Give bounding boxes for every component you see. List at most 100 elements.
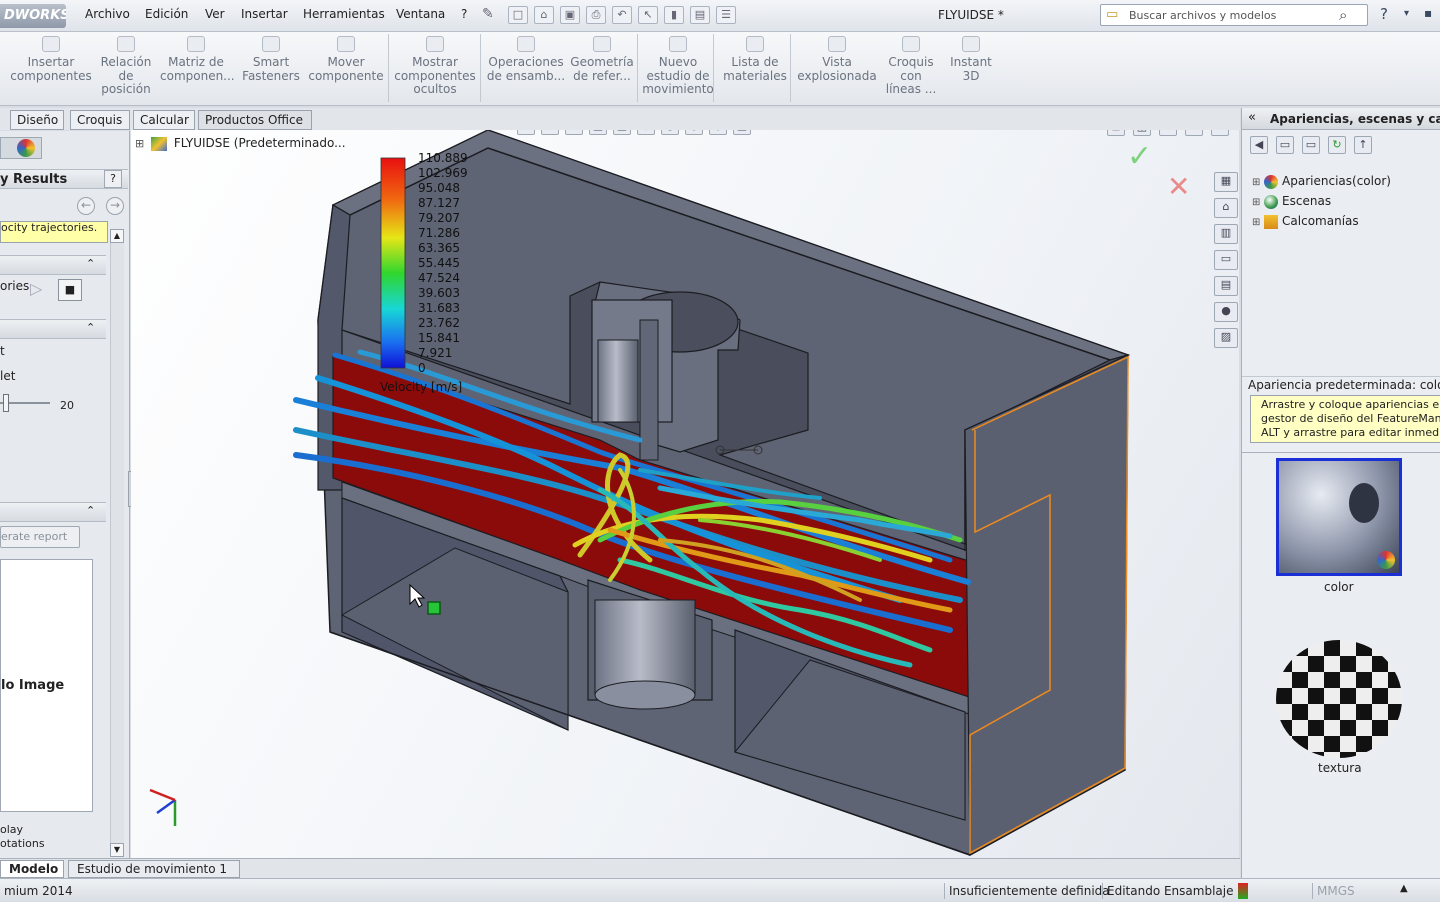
menu-herramientas[interactable]: Herramientas xyxy=(303,7,385,21)
ribbon-button-operaciones-de-ensamb[interactable]: Operaciones de ensamb... xyxy=(485,36,567,102)
legend-value: 31.683 xyxy=(418,301,460,315)
ribbon-button-label: Fasteners xyxy=(242,68,300,83)
swatch-color[interactable] xyxy=(1276,458,1402,576)
ribbon-button-relacion-de-posicion[interactable]: Relación de posición xyxy=(95,36,157,102)
menu-ver[interactable]: Ver xyxy=(205,7,225,21)
ribbon-button-lista-de-materiales[interactable]: Lista de materiales xyxy=(722,36,788,102)
back-icon[interactable]: ◀ xyxy=(1250,136,1268,154)
menu-edicion[interactable]: Edición xyxy=(145,7,188,21)
ribbon-button-geometria-de-refer[interactable]: Geometría de refer... xyxy=(567,36,637,102)
tab-estudio-movimiento[interactable]: Estudio de movimiento 1 xyxy=(68,860,240,878)
field-label: t xyxy=(0,344,5,358)
appearance-tab-icon[interactable] xyxy=(17,139,35,157)
ribbon-button-instant-3d[interactable]: Instant 3D xyxy=(945,36,997,102)
tab-modelo[interactable]: Modelo xyxy=(0,860,64,878)
help-button[interactable]: ? xyxy=(104,170,122,188)
status-units[interactable]: MMGS xyxy=(1312,883,1359,899)
custom-properties-tab-icon[interactable]: ▨ xyxy=(1214,328,1238,348)
trajectories-header[interactable]: ⌃ xyxy=(0,255,106,275)
resources-tab-icon[interactable]: ▦ xyxy=(1214,172,1238,192)
search-icon[interactable]: ⌕ xyxy=(1339,6,1347,24)
coordinate-triad xyxy=(149,788,177,826)
collapse-icon[interactable]: ⌃ xyxy=(86,504,95,517)
settings-header[interactable]: ⌃ xyxy=(0,319,106,339)
ribbon-command-icon xyxy=(962,36,980,52)
open-icon[interactable]: ⌂ xyxy=(534,6,554,24)
menu-archivo[interactable]: Archivo xyxy=(85,7,130,21)
tab-calcular[interactable]: Calcular xyxy=(133,110,195,130)
ribbon-button-nuevo-estudio-de-movimiento[interactable]: Nuevo estudio de movimiento xyxy=(642,36,714,102)
units-dropdown-icon[interactable]: ▲ xyxy=(1400,883,1408,894)
tab-productos-office[interactable]: Productos Office xyxy=(198,110,312,130)
ribbon-button-label: explosionada xyxy=(797,68,877,83)
ribbon-button-mover-componente[interactable]: Mover componente xyxy=(305,36,387,102)
tree-item-scenes[interactable]: ⊞ Escenas xyxy=(1252,192,1391,212)
search-box[interactable]: ▭ Buscar archivos y modelos ⌕ xyxy=(1100,4,1368,26)
tree-item-appearances[interactable]: ⊞ Apariencias(color) xyxy=(1252,172,1391,192)
slider-thumb[interactable] xyxy=(2,394,9,412)
window-menu-icon[interactable]: ▪ xyxy=(1424,6,1432,20)
help-icon[interactable]: ? xyxy=(1380,5,1388,23)
scroll-up-icon[interactable]: ▲ xyxy=(110,229,124,243)
view-palette-tab-icon[interactable]: ▤ xyxy=(1214,276,1238,296)
play-icon[interactable]: ▷ xyxy=(30,279,42,298)
file-explorer-tab-icon[interactable]: ▭ xyxy=(1214,250,1238,270)
scroll-down-icon[interactable]: ▼ xyxy=(110,843,124,857)
report-header[interactable]: ⌃ xyxy=(0,502,106,522)
save-icon[interactable]: ▣ xyxy=(560,6,580,24)
menu-ventana[interactable]: Ventana xyxy=(396,7,445,21)
file-properties-icon[interactable]: ▤ xyxy=(690,6,710,24)
collapse-icon[interactable]: ⌃ xyxy=(86,257,95,270)
appearance-icon xyxy=(1264,174,1279,189)
tab-croquis[interactable]: Croquis xyxy=(70,110,130,130)
menu-help[interactable]: ? xyxy=(461,7,467,21)
print-icon[interactable]: ⎙ xyxy=(586,6,606,24)
ribbon-button-label: posición xyxy=(101,82,151,96)
up-icon[interactable]: ↑ xyxy=(1354,136,1372,154)
appearances-tab-icon[interactable]: ● xyxy=(1214,302,1238,322)
ribbon-separator xyxy=(637,34,638,102)
stop-icon[interactable]: ■ xyxy=(58,279,82,301)
ribbon-command-icon xyxy=(262,36,280,52)
new-document-icon[interactable]: □ xyxy=(508,6,528,24)
expand-icon[interactable]: ⊞ xyxy=(1252,177,1260,188)
new-folder-icon[interactable]: ▭ xyxy=(1302,136,1320,154)
ribbon-button-label: componen... xyxy=(160,68,235,83)
pin-icon[interactable]: ✎ xyxy=(482,6,494,22)
ribbon-button-label: líneas ... xyxy=(885,82,937,96)
back-arrow-icon[interactable]: ← xyxy=(77,197,95,215)
ribbon-button-matriz-de-componen[interactable]: Matriz de componen... xyxy=(160,36,235,102)
options-icon[interactable]: ☰ xyxy=(716,6,736,24)
panel-scrollbar[interactable] xyxy=(110,243,124,843)
collapse-pane-icon[interactable]: « xyxy=(1248,110,1256,125)
menu-insertar[interactable]: Insertar xyxy=(241,7,288,21)
swatch-label: color xyxy=(1324,580,1354,594)
rotations-label: otations xyxy=(0,837,45,850)
slider-track[interactable] xyxy=(0,394,50,412)
undo-icon[interactable]: ↶ xyxy=(612,6,632,24)
scene-icon xyxy=(1264,194,1279,209)
forward-arrow-icon[interactable]: → xyxy=(106,197,124,215)
graphics-viewport[interactable]: ⊞ FLYUIDSE (Predeterminado... ⊕ ⊡ ↺ ◧ ▣ … xyxy=(131,130,1239,858)
refresh-icon[interactable]: ↻ xyxy=(1328,136,1346,154)
ribbon-button-mostrar-componentes-ocultos[interactable]: Mostrar componentes ocultos xyxy=(393,36,477,102)
ribbon-button-insertar-componentes[interactable]: Insertar componentes xyxy=(10,36,92,102)
ribbon-button-label: Vista xyxy=(822,55,852,69)
select-icon[interactable]: ↖ xyxy=(638,6,658,24)
home-tab-icon[interactable]: ⌂ xyxy=(1214,198,1238,218)
tab-diseno[interactable]: Diseño xyxy=(10,110,64,130)
help-dropdown-icon[interactable]: ▾ xyxy=(1404,8,1409,19)
tree-item-decals[interactable]: ⊞ Calcomanías xyxy=(1252,212,1391,232)
ribbon-button-smart-fasteners[interactable]: Smart Fasteners xyxy=(240,36,302,102)
design-library-tab-icon[interactable]: ▥ xyxy=(1214,224,1238,244)
rebuild-icon[interactable]: ▮ xyxy=(664,6,684,24)
collapse-icon[interactable]: ⌃ xyxy=(86,321,95,334)
app-logo[interactable]: DWORKS xyxy=(0,4,66,28)
swatch-texture[interactable] xyxy=(1276,640,1402,758)
expand-icon[interactable]: ⊞ xyxy=(1252,197,1260,208)
generate-report-button[interactable]: erate report xyxy=(0,526,80,548)
ribbon-button-vista-explosionada[interactable]: Vista explosionada xyxy=(795,36,879,102)
expand-icon[interactable]: ⊞ xyxy=(1252,217,1260,228)
add-folder-icon[interactable]: ▭ xyxy=(1276,136,1294,154)
ribbon-button-croquis-con-lineas[interactable]: Croquis con líneas ... xyxy=(880,36,942,102)
